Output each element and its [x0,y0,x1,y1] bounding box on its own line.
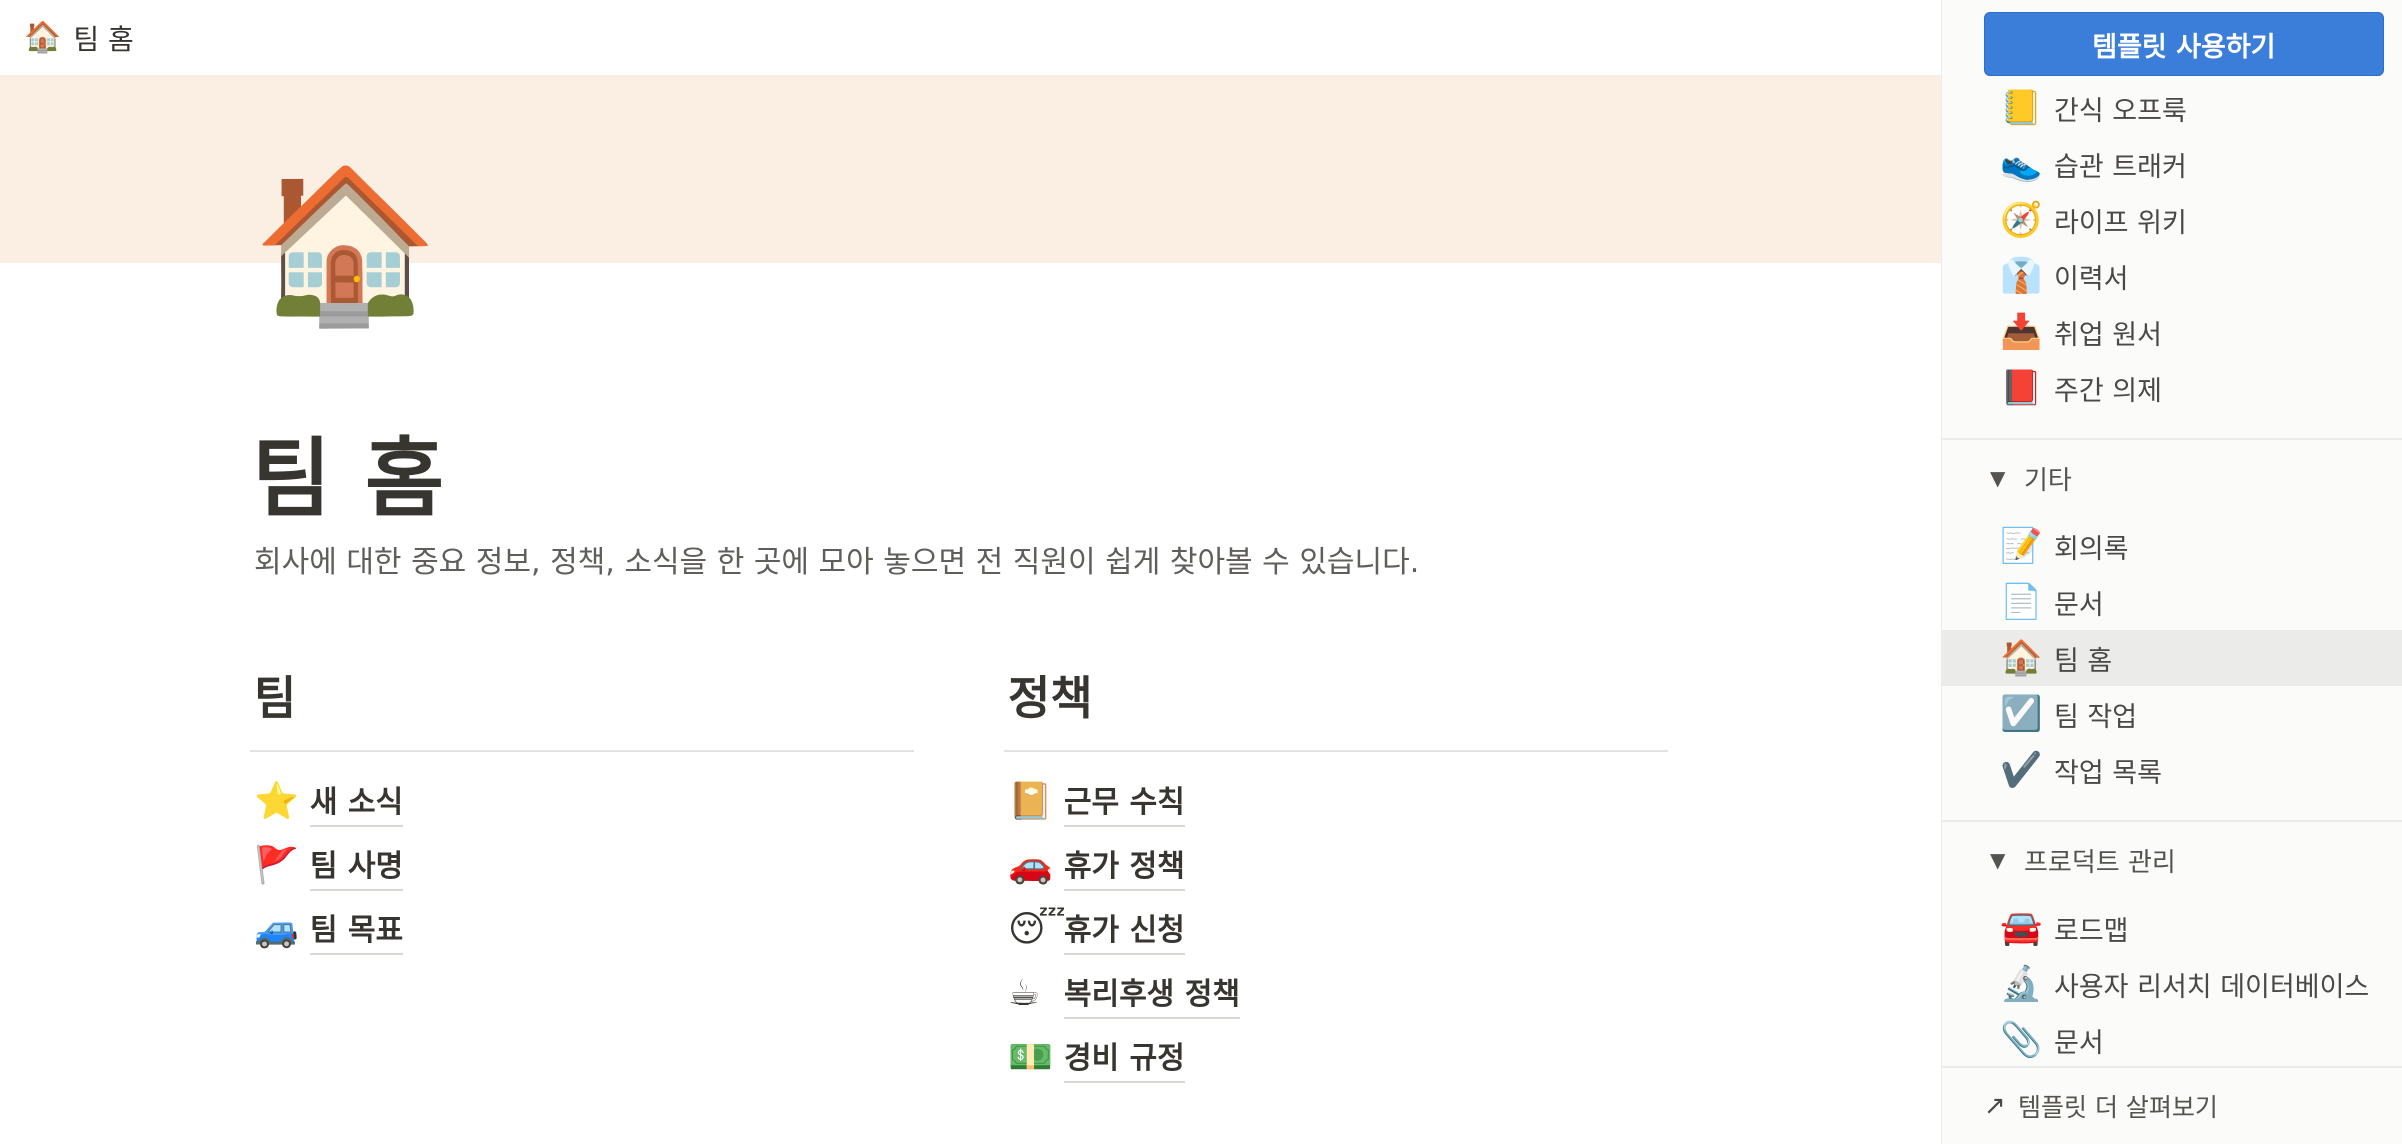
red-book-icon: 📕 [2000,368,2043,408]
microscope-icon: 🔬 [2000,964,2043,1004]
template-label: 작업 목록 [2054,757,2162,789]
coffee-icon: ☕ [1008,973,1041,1014]
policy-list: 📔 근무 수칙 🚗 휴가 정책 😴 휴가 신청 ☕ 복리후생 정책 💵 경비 규… [1004,770,1668,1090]
page-title: 팀 홈 [252,429,447,529]
link-item-goals[interactable]: 🚙 팀 목표 [250,898,914,962]
topbar: 🏠 팀 홈 [0,0,1941,75]
use-template-button[interactable]: 템플릿 사용하기 [1984,12,2384,76]
link-label[interactable]: 경비 규정 [1064,1033,1185,1083]
link-item-mission[interactable]: 🚩 팀 사명 [250,834,914,898]
link-item-work-rules[interactable]: 📔 근무 수칙 [1004,770,1668,834]
document-icon: 📄 [2000,582,2043,622]
notebook-icon: 📒 [2000,88,2043,128]
page-main: 🏠 팀 홈 🏠 팀 홈 회사에 대한 중요 정보, 정책, 소식을 한 곳에 모… [0,0,1941,1144]
team-column: 팀 ⭐ 새 소식 🚩 팀 사명 🚙 팀 목표 [250,668,914,962]
template-item[interactable]: 📎 문서 [1942,1012,2402,1066]
template-item[interactable]: 🚘 로드맵 [1942,900,2402,956]
check-mark-icon: ✔️ [2000,750,2043,790]
star-icon: ⭐ [254,781,299,822]
template-item-active[interactable]: 🏠 팀 홈 [1942,630,2402,686]
template-item[interactable]: ☑️ 팀 작업 [1942,686,2402,742]
checkbox-icon: ☑️ [2000,694,2043,734]
app: 🏠 팀 홈 🏠 팀 홈 회사에 대한 중요 정보, 정책, 소식을 한 곳에 모… [0,0,2402,1144]
link-label[interactable]: 휴가 신청 [1064,905,1185,955]
template-label: 사용자 리서치 데이터베이스 [2054,971,2370,1003]
page-house-icon[interactable]: 🏠 [252,170,439,320]
template-list-scroll[interactable]: 📒 간식 오프룩 👟 습관 트래커 🧭 라이프 위키 👔 이력서 📥 취업 원서… [1942,88,2402,1066]
necktie-icon: 👔 [2000,256,2043,296]
link-label[interactable]: 복리후생 정책 [1064,969,1241,1019]
money-icon: 💵 [1008,1037,1053,1078]
sneaker-icon: 👟 [2000,144,2043,184]
template-label: 습관 트래커 [2054,151,2187,183]
link-label[interactable]: 팀 사명 [310,841,404,891]
template-sidebar: 템플릿 사용하기 📒 간식 오프룩 👟 습관 트래커 🧭 라이프 위키 👔 이력 [1941,0,2402,1144]
template-item[interactable]: 📒 간식 오프룩 [1942,88,2402,136]
link-label[interactable]: 팀 목표 [310,905,404,955]
caret-down-icon: ▼ [1990,848,2006,872]
template-label: 문서 [2054,589,2104,621]
inbox-icon: 📥 [2000,312,2043,352]
template-item[interactable]: 📥 취업 원서 [1942,304,2402,360]
team-heading: 팀 [250,668,914,752]
link-label[interactable]: 새 소식 [310,777,404,827]
template-item[interactable]: ✔️ 작업 목록 [1942,742,2402,798]
car-icon: 🚘 [2000,908,2043,948]
caret-down-icon: ▼ [1990,466,2006,490]
link-item-benefits[interactable]: ☕ 복리후생 정책 [1004,962,1668,1026]
flag-icon: 🚩 [254,845,299,886]
template-item[interactable]: 🔬 사용자 리서치 데이터베이스 [1942,956,2402,1012]
template-label: 팀 작업 [2054,701,2138,733]
policy-heading: 정책 [1004,668,1668,752]
car-icon: 🚙 [254,909,299,950]
template-label: 간식 오프룩 [2054,95,2187,127]
paperclip-icon: 📎 [2000,1020,2043,1060]
breadcrumb-title[interactable]: 팀 홈 [73,18,133,58]
template-label: 팀 홈 [2054,645,2113,677]
template-item[interactable]: 📝 회의록 [1942,518,2402,574]
team-list: ⭐ 새 소식 🚩 팀 사명 🚙 팀 목표 [250,770,914,962]
group-label: 프로덕트 관리 [2024,847,2176,878]
link-label[interactable]: 휴가 정책 [1064,841,1185,891]
house-icon: 🏠 [24,19,62,55]
template-label: 취업 원서 [2054,319,2162,351]
more-templates-label: 템플릿 더 살펴보기 [2018,1093,2218,1122]
link-item-vacation-policy[interactable]: 🚗 휴가 정책 [1004,834,1668,898]
template-item[interactable]: 🧭 라이프 위키 [1942,192,2402,248]
template-label: 라이프 위키 [2054,207,2187,239]
divider [1942,438,2402,440]
link-label[interactable]: 근무 수칙 [1064,777,1185,827]
template-label: 이력서 [2054,263,2129,295]
group-toggle-product[interactable]: ▼ 프로덕트 관리 [1942,840,2402,880]
group-label: 기타 [2024,465,2072,496]
more-templates-link[interactable]: ↗ 템플릿 더 살펴보기 [1942,1066,2402,1144]
policy-column: 정책 📔 근무 수칙 🚗 휴가 정책 😴 휴가 신청 ☕ 복리후생 정책 💵 경… [1004,668,1668,1090]
template-item[interactable]: 👔 이력서 [1942,248,2402,304]
template-label: 로드맵 [2054,915,2129,947]
car-icon: 🚗 [1008,845,1053,886]
memo-icon: 📝 [2000,526,2043,566]
template-item[interactable]: 📕 주간 의제 [1942,360,2402,416]
sleeping-face-icon: 😴 [1008,909,1066,950]
template-list: 📒 간식 오프룩 👟 습관 트래커 🧭 라이프 위키 👔 이력서 📥 취업 원서… [1942,88,2402,1066]
notebook-icon: 📔 [1008,781,1053,822]
group-toggle-misc[interactable]: ▼ 기타 [1942,458,2402,498]
template-label: 주간 의제 [2054,375,2162,407]
template-label: 회의록 [2054,533,2129,565]
link-item-expenses[interactable]: 💵 경비 규정 [1004,1026,1668,1090]
page-description: 회사에 대한 중요 정보, 정책, 소식을 한 곳에 모아 놓으면 전 직원이 … [254,545,1420,580]
template-item[interactable]: 📄 문서 [1942,574,2402,630]
divider [1942,820,2402,822]
house-icon: 🏠 [2000,638,2043,678]
template-item[interactable]: 👟 습관 트래커 [1942,136,2402,192]
link-item-news[interactable]: ⭐ 새 소식 [250,770,914,834]
arrow-up-right-icon: ↗ [1984,1091,2006,1121]
link-item-vacation-request[interactable]: 😴 휴가 신청 [1004,898,1668,962]
template-label: 문서 [2054,1027,2104,1059]
compass-icon: 🧭 [2000,200,2043,240]
